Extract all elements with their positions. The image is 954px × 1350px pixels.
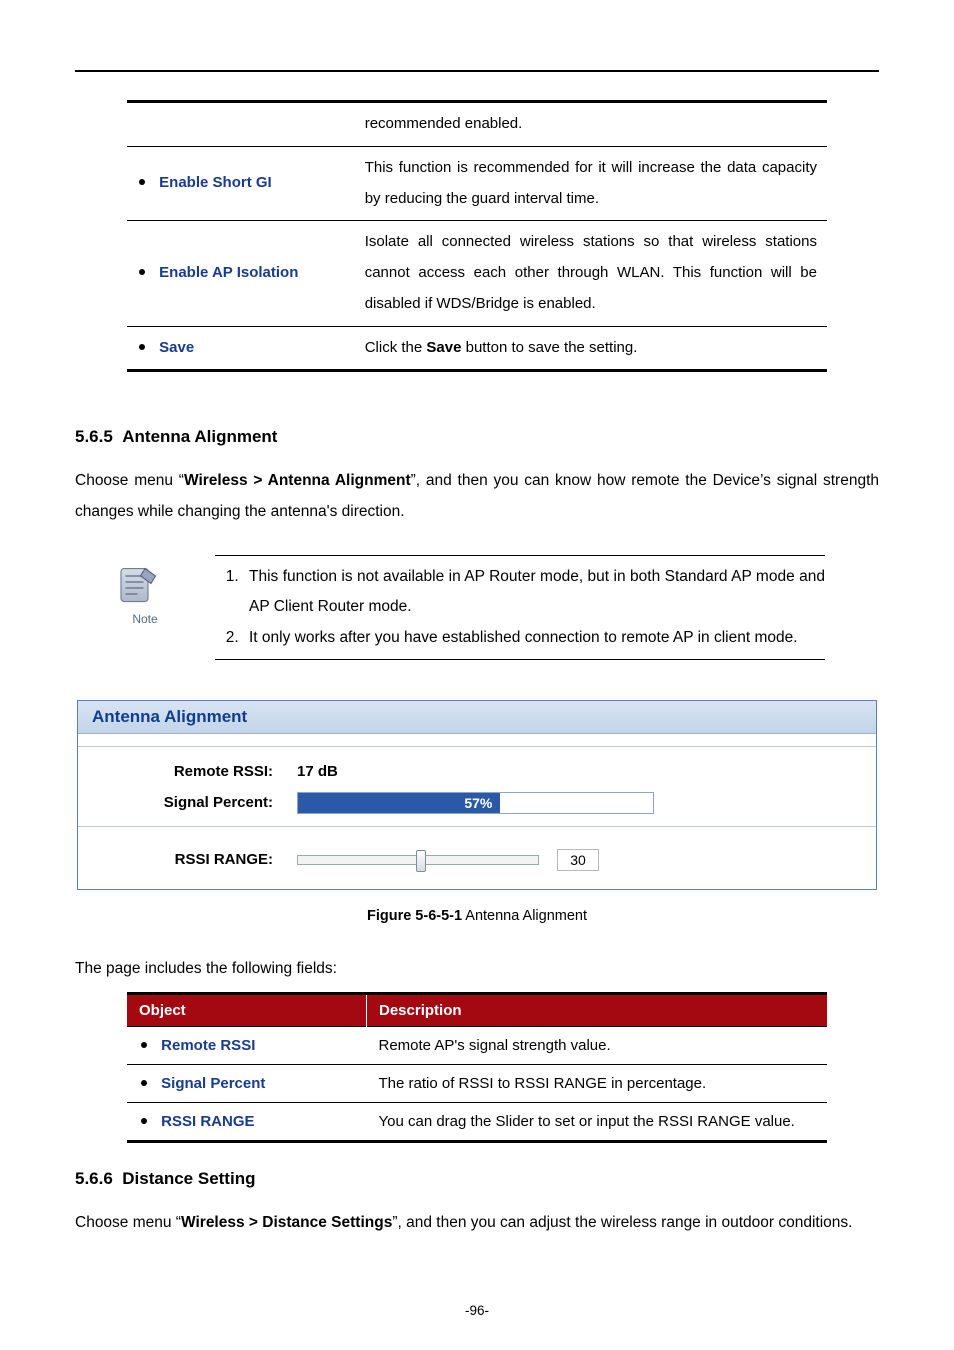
cell-text: The ratio of RSSI to RSSI RANGE in perce… bbox=[367, 1064, 828, 1102]
bullet-icon bbox=[139, 269, 145, 275]
remote-rssi-row: Remote RSSI: 17 dB bbox=[98, 763, 856, 780]
note-label: Note bbox=[115, 612, 175, 626]
figure-number: Figure 5-6-5-1 bbox=[367, 908, 462, 924]
row-label: Signal Percent bbox=[161, 1075, 265, 1092]
remote-rssi-value: 17 dB bbox=[297, 763, 338, 780]
panel-title: Antenna Alignment bbox=[78, 701, 876, 734]
bullet-icon bbox=[139, 344, 145, 350]
table-header-row: Object Description bbox=[127, 993, 827, 1026]
remote-rssi-label: Remote RSSI: bbox=[98, 763, 297, 780]
antenna-alignment-panel: Antenna Alignment Remote RSSI: 17 dB Sig… bbox=[77, 700, 877, 890]
section-number: 5.6.5 bbox=[75, 427, 113, 446]
bullet-icon bbox=[141, 1080, 147, 1086]
signal-percent-bar: 57% bbox=[297, 792, 654, 814]
rssi-range-slider[interactable] bbox=[297, 855, 539, 865]
table-row: Enable Short GI This function is recomme… bbox=[127, 146, 827, 221]
section-566-paragraph: Choose menu “Wireless > Distance Setting… bbox=[75, 1207, 879, 1238]
row-label: Remote RSSI bbox=[161, 1037, 255, 1054]
signal-percent-row: Signal Percent: 57% bbox=[98, 792, 856, 814]
note-list: This function is not available in AP Rou… bbox=[215, 562, 825, 653]
settings-table-continued: recommended enabled. Enable Short GI Thi… bbox=[127, 100, 827, 372]
row-label: Enable AP Isolation bbox=[159, 264, 298, 281]
section-565-paragraph: Choose menu “Wireless > Antenna Alignmen… bbox=[75, 465, 879, 527]
table-row: Signal Percent The ratio of RSSI to RSSI… bbox=[127, 1064, 827, 1102]
section-heading-565: 5.6.5 Antenna Alignment bbox=[75, 427, 879, 447]
table-row: Save Click the Save button to save the s… bbox=[127, 326, 827, 371]
table-row: RSSI RANGE You can drag the Slider to se… bbox=[127, 1102, 827, 1141]
section-number: 5.6.6 bbox=[75, 1169, 113, 1188]
note-icon: Note bbox=[115, 555, 175, 660]
rssi-range-row: RSSI RANGE: 30 bbox=[78, 849, 876, 889]
row-label: Save bbox=[159, 339, 194, 356]
bullet-icon bbox=[141, 1042, 147, 1048]
rssi-range-input[interactable]: 30 bbox=[557, 849, 599, 871]
cell-text: recommended enabled. bbox=[365, 115, 523, 132]
header-rule bbox=[75, 70, 879, 72]
cell-text: button to save the setting. bbox=[461, 339, 637, 356]
fields-table: Object Description Remote RSSI Remote AP… bbox=[127, 992, 827, 1143]
cell-text: Remote AP's signal strength value. bbox=[367, 1026, 828, 1064]
breadcrumb: Wireless > Distance Settings bbox=[181, 1214, 392, 1231]
cell-text: Isolate all connected wireless stations … bbox=[365, 233, 817, 312]
rssi-range-label: RSSI RANGE: bbox=[98, 851, 297, 868]
col-object: Object bbox=[127, 993, 367, 1026]
signal-percent-fill: 57% bbox=[298, 793, 500, 813]
row-label: RSSI RANGE bbox=[161, 1113, 254, 1130]
note-block: Note This function is not available in A… bbox=[115, 555, 825, 660]
bullet-icon bbox=[141, 1118, 147, 1124]
figure-title: Antenna Alignment bbox=[462, 908, 587, 924]
text: Choose menu “ bbox=[75, 1214, 181, 1231]
table-row: recommended enabled. bbox=[127, 102, 827, 147]
figure-caption: Figure 5-6-5-1 Antenna Alignment bbox=[75, 908, 879, 924]
list-item: This function is not available in AP Rou… bbox=[243, 562, 825, 622]
cell-text: Click the bbox=[365, 339, 427, 356]
breadcrumb: Wireless > Antenna Alignment bbox=[184, 472, 411, 489]
fields-lead-text: The page includes the following fields: bbox=[75, 960, 879, 978]
list-item: It only works after you have established… bbox=[243, 623, 825, 653]
bullet-icon bbox=[139, 179, 145, 185]
cell-text: This function is recommended for it will… bbox=[365, 159, 817, 207]
text: Choose menu “ bbox=[75, 472, 184, 489]
signal-percent-label: Signal Percent: bbox=[98, 794, 297, 811]
section-title: Antenna Alignment bbox=[122, 427, 277, 446]
section-heading-566: 5.6.6 Distance Setting bbox=[75, 1169, 879, 1189]
table-row: Enable AP Isolation Isolate all connecte… bbox=[127, 221, 827, 326]
cell-text: You can drag the Slider to set or input … bbox=[367, 1102, 828, 1141]
section-title: Distance Setting bbox=[122, 1169, 255, 1188]
text: ”, and then you can adjust the wireless … bbox=[392, 1214, 852, 1231]
row-label: Enable Short GI bbox=[159, 174, 272, 191]
page-number: -96- bbox=[0, 1303, 954, 1318]
slider-thumb-icon[interactable] bbox=[416, 850, 426, 872]
col-description: Description bbox=[367, 993, 828, 1026]
cell-text-bold: Save bbox=[426, 339, 461, 356]
table-row: Remote RSSI Remote AP's signal strength … bbox=[127, 1026, 827, 1064]
